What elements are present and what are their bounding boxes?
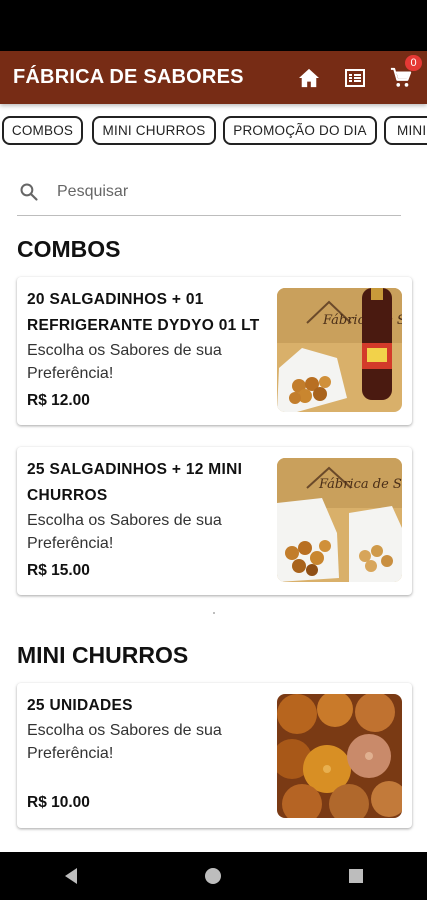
menu-list-button[interactable] <box>343 66 367 90</box>
search-icon <box>20 183 38 201</box>
product-price: R$ 12.00 <box>27 392 90 409</box>
app-actions: 0 <box>275 51 422 104</box>
product-price: R$ 10.00 <box>27 794 90 811</box>
category-chip-promocao-do-dia[interactable]: PROMOÇÃO DO DIA <box>223 116 377 145</box>
system-nav-bar <box>0 852 427 900</box>
search-bar <box>17 168 401 216</box>
back-icon <box>65 868 78 884</box>
app-bar: FÁBRICA DE SABORES 0 <box>0 51 427 104</box>
product-text: 25 SALGADINHOS + 12 MINI CHURROS Escolha… <box>27 457 272 555</box>
search-input[interactable] <box>55 181 359 202</box>
home-circle-icon <box>205 868 222 884</box>
divider-dot <box>213 612 215 614</box>
product-name: 20 SALGADINHOS + 01 REFRIGERANTE DYDYO 0… <box>27 291 260 334</box>
product-image <box>277 694 402 818</box>
cart-button[interactable]: 0 <box>389 54 422 90</box>
home-nav-button[interactable] <box>193 856 233 896</box>
category-chip-mini-churros[interactable]: MINI CHURROS <box>92 116 216 145</box>
product-image: Fábrica de Sabores <box>277 458 402 582</box>
product-text: 25 UNIDADES Escolha os Sabores de sua Pr… <box>27 693 272 765</box>
recents-icon <box>348 869 363 883</box>
back-button[interactable] <box>51 856 91 896</box>
product-name: 25 UNIDADES <box>27 697 133 714</box>
product-text: 20 SALGADINHOS + 01 REFRIGERANTE DYDYO 0… <box>27 287 272 385</box>
section-title-mini-churros: MINI CHURROS <box>17 642 189 668</box>
category-chips: COMBOS MINI CHURROS PROMOÇÃO DO DIA MINI <box>0 116 427 148</box>
product-card[interactable]: 25 UNIDADES Escolha os Sabores de sua Pr… <box>17 683 412 828</box>
product-description: Escolha os Sabores de sua Preferência! <box>27 722 222 762</box>
app-title: FÁBRICA DE SABORES <box>13 66 244 88</box>
status-bar <box>0 0 427 51</box>
category-chip-mini[interactable]: MINI <box>384 116 427 145</box>
menu-list-icon <box>345 68 365 87</box>
product-price: R$ 15.00 <box>27 562 90 579</box>
home-button[interactable] <box>297 66 321 90</box>
recents-button[interactable] <box>336 856 376 896</box>
product-description: Escolha os Sabores de sua Preferência! <box>27 512 222 552</box>
image-logo-text: Fábrica de Sabores <box>318 477 402 492</box>
category-chip-combos[interactable]: COMBOS <box>2 116 83 145</box>
product-description: Escolha os Sabores de sua Preferência! <box>27 342 222 382</box>
cart-count-badge: 0 <box>405 54 422 71</box>
product-card[interactable]: 25 SALGADINHOS + 12 MINI CHURROS Escolha… <box>17 447 412 595</box>
home-icon <box>299 68 319 87</box>
product-card[interactable]: 20 SALGADINHOS + 01 REFRIGERANTE DYDYO 0… <box>17 277 412 425</box>
product-image: Fábrica de Sabores <box>277 288 402 412</box>
section-title-combos: COMBOS <box>17 236 121 262</box>
product-name: 25 SALGADINHOS + 12 MINI CHURROS <box>27 461 243 504</box>
